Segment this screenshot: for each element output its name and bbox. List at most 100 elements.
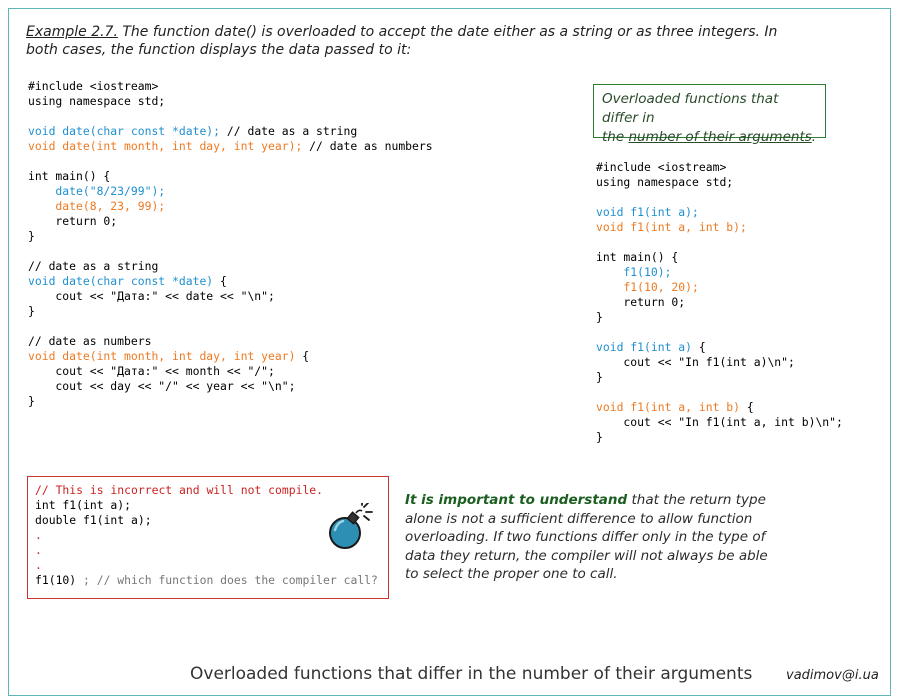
code-token: } — [28, 394, 35, 408]
code-token: { — [740, 400, 754, 414]
code-token: void date(int month, int day, int year); — [28, 139, 303, 153]
code-token: int main() { — [28, 169, 111, 183]
code-line: cout << "In f1(int a)\n"; — [596, 355, 843, 370]
left-code-block: #include <iostream> using namespace std; … — [28, 79, 433, 409]
code-token: // date as numbers — [302, 139, 433, 153]
code-line: void f1(int a) { — [596, 340, 843, 355]
code-token: . — [35, 528, 42, 542]
code-line: // date as a string — [28, 259, 433, 274]
code-token: void f1(int a, int b); — [596, 220, 747, 234]
code-line: #include <iostream> — [28, 79, 433, 94]
code-line: . — [35, 558, 378, 573]
example-label: Example 2.7. — [26, 24, 118, 40]
code-token: ; // which function does the compiler ca… — [76, 573, 378, 587]
code-token: cout << day << "/" << year << "\n"; — [28, 379, 296, 393]
code-line: #include <iostream> — [596, 160, 843, 175]
code-token: { — [295, 349, 310, 363]
code-line: int main() { — [28, 169, 433, 184]
code-token: cout << "In f1(int a, int b)\n"; — [596, 415, 843, 429]
note-underlined: number of their arguments — [628, 129, 812, 145]
code-line: using namespace std; — [596, 175, 843, 190]
code-token: f1(10, 20); — [596, 280, 699, 294]
author-email: vadimov@i.ua — [786, 668, 879, 683]
code-token: cout << "In f1(int a)\n"; — [596, 355, 795, 369]
code-token: { — [213, 274, 227, 288]
code-token: } — [596, 310, 603, 324]
code-token: f1(10); — [596, 265, 672, 279]
code-token: cout << "Дата:" << month << "/"; — [28, 364, 275, 378]
code-line: void f1(int a, int b) { — [596, 400, 843, 415]
code-line: } — [596, 370, 843, 385]
code-line: cout << "Дата:" << month << "/"; — [28, 364, 433, 379]
code-line: void date(char const *date); // date as … — [28, 124, 433, 139]
code-line: } — [28, 304, 433, 319]
code-line: void f1(int a); — [596, 205, 843, 220]
code-token: void date(char const *date) — [28, 274, 214, 288]
note-line1: Overloaded functions that differ in — [602, 91, 779, 126]
code-token: { — [692, 340, 706, 354]
note-line2-pre: the — [602, 129, 629, 145]
code-line: date("8/23/99"); — [28, 184, 433, 199]
code-token: } — [28, 304, 35, 318]
code-token: using namespace std; — [28, 94, 166, 108]
code-token: } — [596, 370, 603, 384]
code-token: int f1(int a); — [35, 498, 132, 512]
code-line: date(8, 23, 99); — [28, 199, 433, 214]
code-line: f1(10) ; // which function does the comp… — [35, 573, 378, 588]
code-token: int main() { — [596, 250, 679, 264]
code-line: } — [28, 394, 433, 409]
code-token: void date(char const *date); — [28, 124, 221, 138]
code-line: return 0; — [596, 295, 843, 310]
note-line2: the number of their arguments. — [602, 128, 817, 147]
code-token: double f1(int a); — [35, 513, 152, 527]
code-line: f1(10); — [596, 265, 843, 280]
important-bold: It is important to understand — [405, 492, 628, 508]
code-token: . — [35, 543, 42, 557]
code-token: return 0; — [28, 214, 118, 228]
code-line: return 0; — [28, 214, 433, 229]
code-token: } — [596, 430, 603, 444]
note-line2-post: . — [811, 129, 817, 145]
code-line: void date(char const *date) { — [28, 274, 433, 289]
code-token: date("8/23/99"); — [28, 184, 166, 198]
code-line: cout << "In f1(int a, int b)\n"; — [596, 415, 843, 430]
code-line: } — [596, 310, 843, 325]
code-token: void f1(int a, int b) — [596, 400, 741, 414]
code-line: void f1(int a, int b); — [596, 220, 843, 235]
code-token: void f1(int a) — [596, 340, 693, 354]
code-token: // date as numbers — [28, 334, 152, 348]
right-code-block: #include <iostream> using namespace std; … — [596, 160, 843, 445]
code-line: // This is incorrect and will not compil… — [35, 483, 378, 498]
code-token: void date(int month, int day, int year) — [28, 349, 296, 363]
code-token: // date as a string — [220, 124, 358, 138]
code-token: void f1(int a); — [596, 205, 699, 219]
code-token: // date as a string — [28, 259, 159, 273]
code-line: cout << "Дата:" << date << "\n"; — [28, 289, 433, 304]
code-line: using namespace std; — [28, 94, 433, 109]
code-token: #include <iostream> — [28, 79, 159, 93]
code-line: void date(int month, int day, int year) … — [28, 349, 433, 364]
code-token: f1(10) — [35, 573, 77, 587]
intro-body: The function date() is overloaded to acc… — [26, 24, 778, 58]
code-line: } — [28, 229, 433, 244]
code-token: . — [35, 558, 42, 572]
code-token: cout << "Дата:" << date << "\n"; — [28, 289, 275, 303]
code-line: f1(10, 20); — [596, 280, 843, 295]
code-line: } — [596, 430, 843, 445]
code-token: } — [28, 229, 35, 243]
code-token: // This is incorrect and will not compil… — [35, 483, 324, 497]
code-token: using namespace std; — [596, 175, 734, 189]
code-line: void date(int month, int day, int year);… — [28, 139, 433, 154]
code-token: return 0; — [596, 295, 686, 309]
code-token: #include <iostream> — [596, 160, 727, 174]
important-note: It is important to understand that the r… — [405, 491, 775, 584]
code-line: // date as numbers — [28, 334, 433, 349]
